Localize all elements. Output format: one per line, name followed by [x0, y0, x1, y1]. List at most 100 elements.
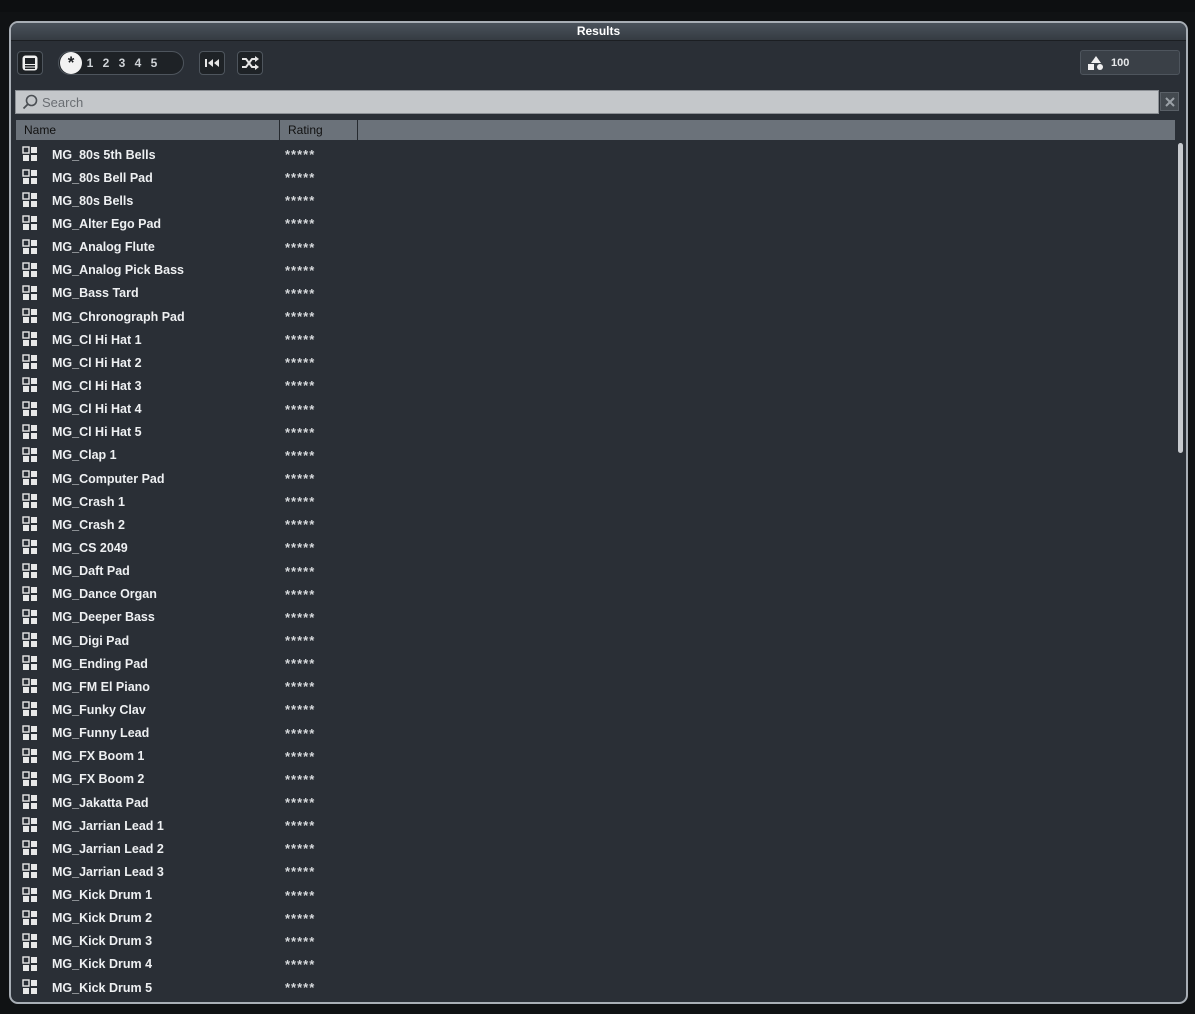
clear-search-button[interactable]: [1160, 92, 1179, 111]
table-row[interactable]: MG_Analog Pick Bass *****: [16, 259, 1166, 282]
table-row[interactable]: MG_Ending Pad *****: [16, 652, 1166, 675]
row-rating[interactable]: *****: [285, 587, 315, 602]
table-row[interactable]: MG_Jarrian Lead 1 *****: [16, 814, 1166, 837]
rating-2-button[interactable]: 2: [98, 56, 114, 70]
rating-5-button[interactable]: 5: [146, 56, 162, 70]
table-row[interactable]: MG_Computer Pad *****: [16, 467, 1166, 490]
table-row[interactable]: MG_Cl Hi Hat 3 *****: [16, 374, 1166, 397]
row-rating[interactable]: *****: [285, 170, 315, 185]
row-rating[interactable]: *****: [285, 610, 315, 625]
row-rating[interactable]: *****: [285, 726, 315, 741]
table-row[interactable]: MG_Deeper Bass *****: [16, 606, 1166, 629]
table-row[interactable]: MG_Cl Hi Hat 1 *****: [16, 328, 1166, 351]
row-rating[interactable]: *****: [285, 702, 315, 717]
table-row[interactable]: MG_Bass Tard *****: [16, 282, 1166, 305]
row-rating[interactable]: *****: [285, 471, 315, 486]
browser-view-button[interactable]: [17, 51, 43, 75]
table-row[interactable]: MG_Analog Flute *****: [16, 236, 1166, 259]
table-row[interactable]: MG_Kick Drum 2 *****: [16, 907, 1166, 930]
preset-icon: [22, 979, 38, 995]
row-rating[interactable]: *****: [285, 934, 315, 949]
table-row[interactable]: MG_Kick Drum 1 *****: [16, 884, 1166, 907]
row-rating[interactable]: *****: [285, 378, 315, 393]
row-rating[interactable]: *****: [285, 286, 315, 301]
row-name: MG_Funny Lead: [52, 726, 150, 741]
preset-icon: [22, 146, 38, 162]
table-row[interactable]: MG_Crash 1 *****: [16, 490, 1166, 513]
row-rating[interactable]: *****: [285, 864, 315, 879]
row-rating[interactable]: *****: [285, 517, 315, 532]
row-rating[interactable]: *****: [285, 841, 315, 856]
table-row[interactable]: MG_Kick Drum 3 *****: [16, 930, 1166, 953]
rating-4-button[interactable]: 4: [130, 56, 146, 70]
column-header-rating[interactable]: Rating: [280, 120, 358, 140]
table-row[interactable]: MG_Cl Hi Hat 4 *****: [16, 398, 1166, 421]
table-row[interactable]: MG_CS 2049 *****: [16, 536, 1166, 559]
row-rating[interactable]: *****: [285, 240, 315, 255]
search-placeholder: Search: [42, 94, 84, 110]
table-row[interactable]: MG_Chronograph Pad *****: [16, 305, 1166, 328]
row-rating[interactable]: *****: [285, 540, 315, 555]
row-rating[interactable]: *****: [285, 448, 315, 463]
row-rating[interactable]: *****: [285, 656, 315, 671]
table-row[interactable]: MG_FX Boom 2 *****: [16, 768, 1166, 791]
row-rating[interactable]: *****: [285, 911, 315, 926]
table-row[interactable]: MG_80s Bell Pad *****: [16, 166, 1166, 189]
vertical-scrollbar[interactable]: [1178, 143, 1183, 453]
table-row[interactable]: MG_Cl Hi Hat 2 *****: [16, 351, 1166, 374]
row-name: MG_Chronograph Pad: [52, 309, 185, 324]
row-rating[interactable]: *****: [285, 193, 315, 208]
table-row[interactable]: MG_Cl Hi Hat 5 *****: [16, 421, 1166, 444]
row-rating[interactable]: *****: [285, 679, 315, 694]
row-rating[interactable]: *****: [285, 772, 315, 787]
table-row[interactable]: MG_Kick Drum 5 *****: [16, 976, 1166, 999]
row-rating[interactable]: *****: [285, 309, 315, 324]
row-rating[interactable]: *****: [285, 564, 315, 579]
table-row[interactable]: MG_FM El Piano *****: [16, 675, 1166, 698]
table-row[interactable]: MG_Daft Pad *****: [16, 560, 1166, 583]
row-name: MG_Kick Drum 3: [52, 934, 153, 949]
table-row[interactable]: MG_Kick Drum 4 *****: [16, 953, 1166, 976]
row-rating[interactable]: *****: [285, 749, 315, 764]
row-rating[interactable]: *****: [285, 402, 315, 417]
rewind-to-start-button[interactable]: [199, 51, 225, 75]
table-row[interactable]: MG_Digi Pad *****: [16, 629, 1166, 652]
table-row[interactable]: MG_Funky Clav *****: [16, 698, 1166, 721]
row-rating[interactable]: *****: [285, 332, 315, 347]
table-row[interactable]: MG_Jarrian Lead 2 *****: [16, 837, 1166, 860]
row-rating[interactable]: *****: [285, 888, 315, 903]
rating-3-button[interactable]: 3: [114, 56, 130, 70]
table-row[interactable]: MG_Clap 1 *****: [16, 444, 1166, 467]
row-rating[interactable]: *****: [285, 957, 315, 972]
table-row[interactable]: MG_FX Boom 1 *****: [16, 745, 1166, 768]
row-rating[interactable]: *****: [285, 633, 315, 648]
row-rating[interactable]: *****: [285, 980, 315, 995]
preset-icon: [22, 516, 38, 532]
table-row[interactable]: MG_80s 5th Bells *****: [16, 143, 1166, 166]
table-row[interactable]: MG_80s Bells *****: [16, 189, 1166, 212]
shuffle-button[interactable]: [237, 51, 263, 75]
table-row[interactable]: MG_Jakatta Pad *****: [16, 791, 1166, 814]
row-rating[interactable]: *****: [285, 263, 315, 278]
table-row[interactable]: MG_Crash 2 *****: [16, 513, 1166, 536]
rating-1-button[interactable]: 1: [82, 56, 98, 70]
table-row[interactable]: MG_Funny Lead *****: [16, 722, 1166, 745]
search-field[interactable]: Search: [15, 90, 1159, 114]
row-rating[interactable]: *****: [285, 147, 315, 162]
row-name: MG_Kick Drum 4: [52, 957, 153, 972]
row-name: MG_Deeper Bass: [52, 610, 155, 625]
table-row[interactable]: MG_Jarrian Lead 3 *****: [16, 860, 1166, 883]
row-rating[interactable]: *****: [285, 216, 315, 231]
row-rating[interactable]: *****: [285, 425, 315, 440]
column-header-name[interactable]: Name: [16, 120, 280, 140]
table-row[interactable]: MG_Dance Organ *****: [16, 583, 1166, 606]
row-rating[interactable]: *****: [285, 355, 315, 370]
row-rating[interactable]: *****: [285, 818, 315, 833]
row-name: MG_Cl Hi Hat 2: [52, 355, 142, 370]
row-rating[interactable]: *****: [285, 494, 315, 509]
row-name: MG_80s Bell Pad: [52, 170, 153, 185]
rating-all-button[interactable]: *: [60, 52, 82, 74]
row-name: MG_80s Bells: [52, 193, 134, 208]
row-rating[interactable]: *****: [285, 795, 315, 810]
table-row[interactable]: MG_Alter Ego Pad *****: [16, 212, 1166, 235]
